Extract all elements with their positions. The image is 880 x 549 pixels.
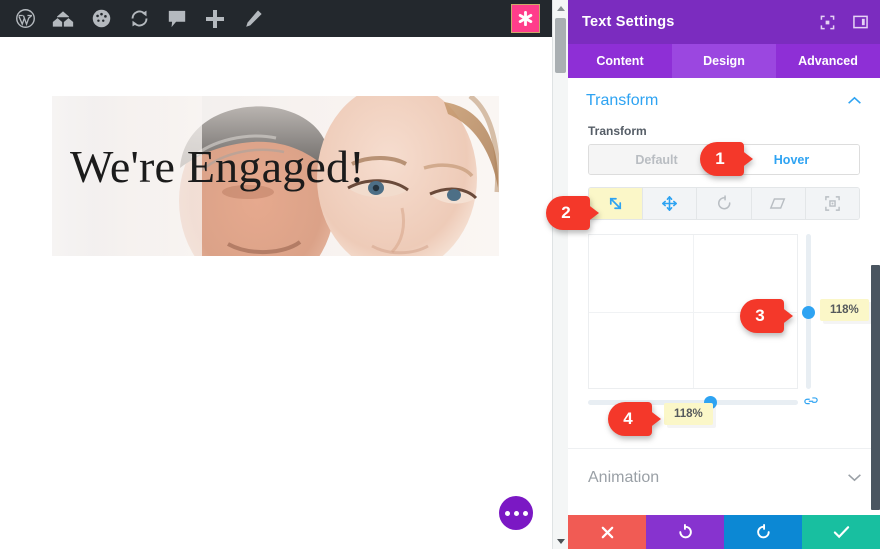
- panel-layout-icon[interactable]: [853, 15, 868, 29]
- horizontal-scale-value[interactable]: 118%: [664, 403, 713, 425]
- hero-image-module[interactable]: We're Engaged!: [52, 96, 499, 256]
- focus-target-icon[interactable]: [820, 15, 835, 30]
- updates-refresh-icon[interactable]: [120, 0, 158, 37]
- panel-footer: [568, 515, 880, 549]
- translate-move-icon[interactable]: [643, 188, 698, 219]
- vertical-scale-value[interactable]: 118%: [820, 299, 869, 321]
- vertical-scale-thumb[interactable]: [802, 306, 815, 319]
- animation-section-header[interactable]: Animation: [568, 449, 880, 507]
- panel-header: Text Settings: [568, 0, 880, 44]
- comments-bubble-icon[interactable]: [158, 0, 196, 37]
- tab-content[interactable]: Content: [568, 44, 672, 78]
- page-settings-button[interactable]: [499, 496, 533, 530]
- scroll-up-arrow-icon[interactable]: [553, 0, 568, 16]
- callout-3: 3: [740, 299, 793, 333]
- rotate-icon[interactable]: [697, 188, 752, 219]
- edit-pencil-icon[interactable]: [234, 0, 272, 37]
- divi-asterisk-icon[interactable]: [511, 4, 540, 33]
- callout-2: 2: [546, 196, 599, 230]
- transform-section-header[interactable]: Transform: [568, 78, 880, 120]
- dashboard-gauge-icon[interactable]: [82, 0, 120, 37]
- save-button[interactable]: [802, 515, 880, 549]
- callout-4: 4: [608, 402, 661, 436]
- undo-button[interactable]: [646, 515, 724, 549]
- page-canvas: We're Engaged!: [0, 0, 552, 549]
- panel-title: Text Settings: [582, 14, 675, 30]
- new-content-plus-icon[interactable]: [196, 0, 234, 37]
- wordpress-admin-bar: [0, 0, 552, 37]
- link-axes-icon[interactable]: [804, 394, 818, 412]
- transform-field-label: Transform: [588, 124, 647, 138]
- panel-tabs: Content Design Advanced: [568, 44, 880, 78]
- discard-button[interactable]: [568, 515, 646, 549]
- chevron-down-icon[interactable]: [847, 469, 862, 487]
- chevron-up-icon[interactable]: [847, 92, 862, 110]
- skew-icon[interactable]: [751, 188, 806, 219]
- callout-1: 1: [700, 142, 753, 176]
- wordpress-logo-icon[interactable]: [6, 0, 44, 37]
- transform-mode-row: [588, 187, 860, 220]
- hero-title-text: We're Engaged!: [70, 141, 365, 192]
- tab-design[interactable]: Design: [672, 44, 776, 78]
- scroll-down-arrow-icon[interactable]: [553, 533, 568, 549]
- animation-section-title: Animation: [588, 469, 660, 486]
- transform-section-title: Transform: [586, 92, 659, 109]
- page-scrollbar[interactable]: [552, 0, 568, 549]
- text-settings-panel: Text Settings Content Design Advanced Tr…: [568, 0, 880, 549]
- redo-button[interactable]: [724, 515, 802, 549]
- scrollbar-thumb[interactable]: [555, 18, 566, 73]
- panel-scrollbar[interactable]: [871, 265, 880, 510]
- site-home-icon[interactable]: [44, 0, 82, 37]
- transform-origin-icon[interactable]: [805, 188, 859, 219]
- tab-advanced[interactable]: Advanced: [776, 44, 880, 78]
